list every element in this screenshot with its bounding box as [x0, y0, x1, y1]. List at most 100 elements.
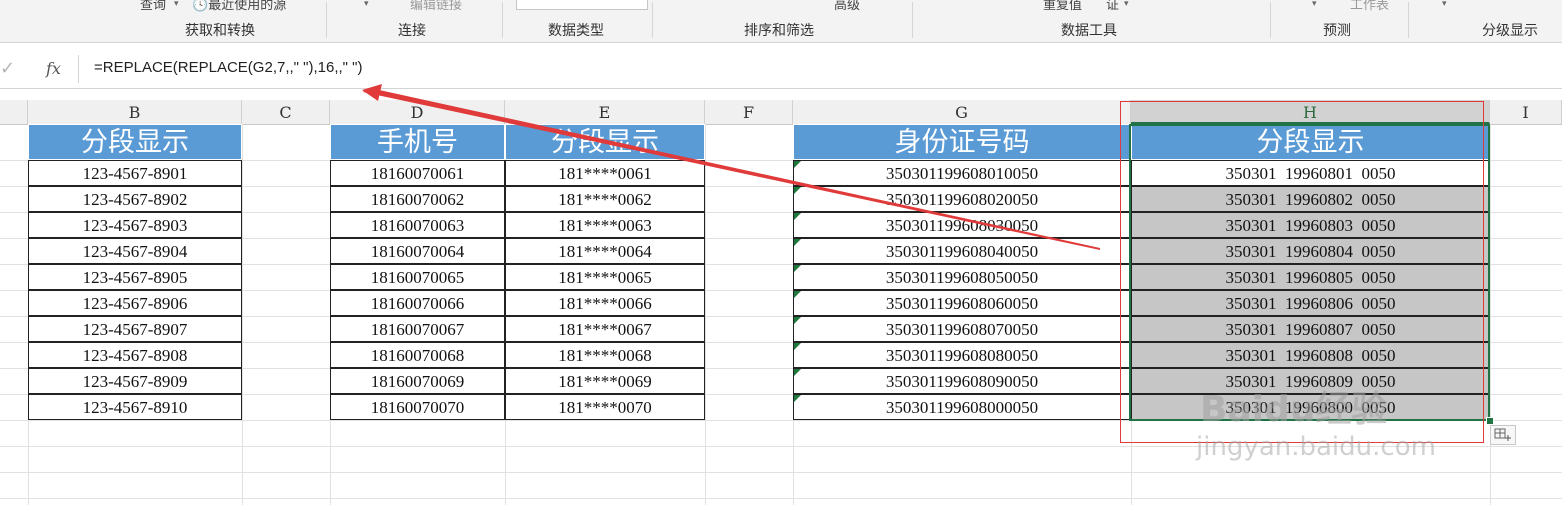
group-separator [912, 2, 913, 38]
masked-phone-cell[interactable]: 181****0068 [505, 342, 705, 368]
number-as-text-indicator-icon [794, 161, 801, 168]
recent-sources-label: 最近使用的源 [208, 0, 287, 12]
masked-phone-cell[interactable]: 181****0065 [505, 264, 705, 290]
column-header-b[interactable]: B [28, 100, 242, 124]
fx-icon[interactable]: fx [46, 59, 61, 78]
table-b-cell[interactable]: 123-4567-8904 [28, 238, 242, 264]
masked-phone-header[interactable]: 分段显示 [505, 124, 705, 160]
segmented-id-cell[interactable]: 350301 19960806 0050 [1131, 290, 1490, 316]
masked-phone-cell[interactable]: 181****0066 [505, 290, 705, 316]
fill-handle[interactable] [1486, 417, 1494, 425]
segmented-id-cell[interactable]: 350301 19960807 0050 [1131, 316, 1490, 342]
formula-bar: ✓ fx =REPLACE(REPLACE(G2,7,," "),16,," "… [0, 50, 1562, 89]
table-b-cell[interactable]: 123-4567-8906 [28, 290, 242, 316]
quick-analysis-icon [1494, 428, 1511, 441]
data-type-gallery[interactable] [516, 0, 648, 10]
table-b-cell[interactable]: 123-4567-8903 [28, 212, 242, 238]
segmented-id-header[interactable]: 分段显示 [1131, 124, 1490, 160]
phone-cell[interactable]: 18160070070 [330, 394, 505, 420]
segmented-id-cell[interactable]: 350301 19960802 0050 [1131, 186, 1490, 212]
number-as-text-indicator-icon [794, 291, 801, 298]
number-as-text-indicator-icon [794, 187, 801, 194]
phone-cell[interactable]: 18160070061 [330, 160, 505, 186]
check-icon[interactable]: ✓ [0, 58, 15, 79]
id-number-cell[interactable]: 350301199608090050 [793, 368, 1131, 394]
id-number-cell[interactable]: 350301199608020050 [793, 186, 1131, 212]
edit-links-button[interactable]: 编辑链接 [410, 0, 462, 13]
quick-analysis-button[interactable] [1490, 425, 1516, 445]
number-as-text-indicator-icon [794, 265, 801, 272]
baidu-watermark: Baidu经验 [1200, 389, 1388, 430]
id-number-cell[interactable]: 350301199608030050 [793, 212, 1131, 238]
id-number-cell[interactable]: 350301199608080050 [793, 342, 1131, 368]
phone-cell[interactable]: 18160070066 [330, 290, 505, 316]
phone-cell[interactable]: 18160070063 [330, 212, 505, 238]
segmented-id-cell[interactable]: 350301 19960805 0050 [1131, 264, 1490, 290]
table-b-header[interactable]: 分段显示 [28, 124, 242, 160]
phone-cell[interactable]: 18160070062 [330, 186, 505, 212]
phone-cell[interactable]: 18160070068 [330, 342, 505, 368]
group-separator [326, 2, 327, 38]
query-button[interactable]: 查询 [140, 0, 166, 13]
column-header-e[interactable]: E [505, 100, 705, 124]
segmented-id-cell[interactable]: 350301 19960801 0050 [1131, 160, 1490, 186]
id-number-cell[interactable]: 350301199608070050 [793, 316, 1131, 342]
data-validation-button[interactable]: 证 [1106, 0, 1119, 13]
column-header-c[interactable]: C [242, 100, 330, 124]
table-b-cell[interactable]: 123-4567-8909 [28, 368, 242, 394]
connections-dropdown-icon[interactable]: ▾ [364, 0, 369, 9]
forecast-sheet-button[interactable]: 工作表 [1350, 0, 1389, 13]
gridline [242, 124, 243, 505]
segmented-id-cell[interactable]: 350301 19960804 0050 [1131, 238, 1490, 264]
group-get-transform: 获取和转换 [185, 23, 255, 39]
id-number-cell[interactable]: 350301199608050050 [793, 264, 1131, 290]
masked-phone-cell[interactable]: 181****0069 [505, 368, 705, 394]
advanced-filter-button[interactable]: 高级 [834, 0, 860, 13]
phone-cell[interactable]: 18160070067 [330, 316, 505, 342]
group-separator [502, 2, 503, 38]
table-b-cell[interactable]: 123-4567-8910 [28, 394, 242, 420]
number-as-text-indicator-icon [794, 395, 801, 402]
id-number-cell[interactable]: 350301199608010050 [793, 160, 1131, 186]
column-header-i[interactable]: I [1490, 100, 1562, 124]
table-b-cell[interactable]: 123-4567-8907 [28, 316, 242, 342]
number-as-text-indicator-icon [794, 239, 801, 246]
table-b-cell[interactable]: 123-4567-8901 [28, 160, 242, 186]
id-number-cell[interactable]: 350301199608060050 [793, 290, 1131, 316]
recent-sources-button[interactable]: 🕓最近使用的源 [192, 0, 286, 13]
id-number-cell[interactable]: 350301199608040050 [793, 238, 1131, 264]
column-header-h[interactable]: H [1131, 100, 1490, 124]
id-number-cell[interactable]: 350301199608000050 [793, 394, 1131, 420]
validation-dropdown-icon[interactable]: ▾ [1124, 0, 1129, 9]
phone-header[interactable]: 手机号 [330, 124, 505, 160]
watermark-url: jingyan.baidu.com [1196, 432, 1436, 462]
group-data-tools: 数据工具 [1061, 23, 1117, 39]
formula-input[interactable]: =REPLACE(REPLACE(G2,7,," "),16,," ") [94, 59, 362, 76]
masked-phone-cell[interactable]: 181****0063 [505, 212, 705, 238]
masked-phone-cell[interactable]: 181****0062 [505, 186, 705, 212]
group-separator [1270, 2, 1271, 38]
masked-phone-cell[interactable]: 181****0070 [505, 394, 705, 420]
segmented-id-cell[interactable]: 350301 19960808 0050 [1131, 342, 1490, 368]
table-b-cell[interactable]: 123-4567-8902 [28, 186, 242, 212]
outline-dropdown-icon[interactable]: ▾ [1442, 0, 1447, 9]
segmented-id-cell[interactable]: 350301 19960803 0050 [1131, 212, 1490, 238]
table-b-cell[interactable]: 123-4567-8908 [28, 342, 242, 368]
column-header-g[interactable]: G [793, 100, 1131, 124]
id-number-header[interactable]: 身份证号码 [793, 124, 1131, 160]
masked-phone-cell[interactable]: 181****0061 [505, 160, 705, 186]
column-header-row: B C D E F G H I [0, 100, 1562, 125]
masked-phone-cell[interactable]: 181****0064 [505, 238, 705, 264]
column-header-a[interactable] [0, 100, 28, 124]
query-dropdown-icon[interactable]: ▾ [174, 0, 179, 9]
masked-phone-cell[interactable]: 181****0067 [505, 316, 705, 342]
remove-duplicates-button[interactable]: 重复值 [1043, 0, 1082, 13]
column-header-f[interactable]: F [705, 100, 793, 124]
phone-cell[interactable]: 18160070065 [330, 264, 505, 290]
phone-cell[interactable]: 18160070064 [330, 238, 505, 264]
gridline [0, 498, 1562, 499]
forecast-dropdown-icon[interactable]: ▾ [1312, 0, 1317, 9]
phone-cell[interactable]: 18160070069 [330, 368, 505, 394]
column-header-d[interactable]: D [330, 100, 505, 124]
table-b-cell[interactable]: 123-4567-8905 [28, 264, 242, 290]
